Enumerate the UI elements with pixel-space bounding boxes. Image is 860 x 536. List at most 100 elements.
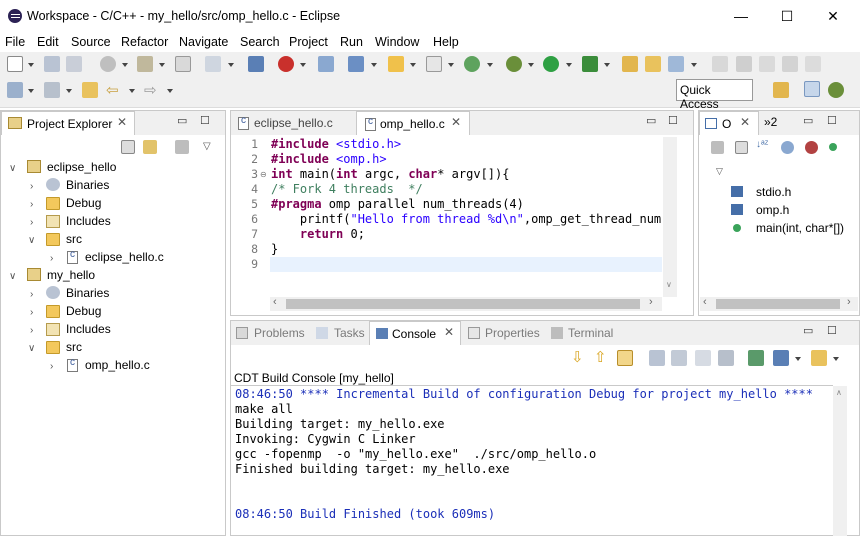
open-console-icon[interactable]: [748, 350, 764, 366]
view-menu-icon[interactable]: ▽: [203, 141, 211, 152]
collapse-all-icon[interactable]: [121, 140, 135, 154]
annotate-icon[interactable]: [736, 56, 752, 72]
pilcrow-icon[interactable]: [805, 56, 821, 72]
editor-horizontal-scrollbar[interactable]: ‹ ›: [270, 296, 662, 311]
tab-properties[interactable]: Properties: [465, 321, 547, 345]
chevron-down-icon[interactable]: [66, 89, 72, 93]
tree-item-eclipse-hello[interactable]: eclipse_hello: [47, 158, 116, 176]
tree-item-my-hello[interactable]: my_hello: [47, 266, 95, 284]
sort-az-icon[interactable]: ↓ᵃᶻ: [756, 139, 768, 150]
hide-static-icon[interactable]: [805, 141, 818, 154]
chevron-left-icon[interactable]: ‹: [273, 296, 277, 308]
show-console-icon[interactable]: [649, 350, 665, 366]
pen-icon[interactable]: [712, 56, 728, 72]
tree-item-binaries[interactable]: Binaries: [66, 284, 109, 302]
binary-icon[interactable]: [175, 56, 191, 72]
chevron-down-icon[interactable]: ∨: [28, 235, 35, 246]
chevron-down-icon[interactable]: ∨: [666, 280, 672, 289]
search-flashlight-icon[interactable]: [668, 56, 684, 72]
chevron-right-icon[interactable]: ›: [30, 289, 33, 300]
chevron-right-icon[interactable]: ›: [847, 296, 851, 308]
terminal-icon[interactable]: [248, 56, 264, 72]
code-line[interactable]: /* Fork 4 threads */: [271, 182, 423, 197]
chevron-down-icon[interactable]: [28, 89, 34, 93]
menu-project[interactable]: Project: [289, 35, 328, 49]
next-edit-icon[interactable]: [44, 82, 60, 98]
hide-non-public-icon[interactable]: [829, 143, 837, 151]
maximize-button[interactable]: ☐: [764, 0, 810, 32]
chevron-down-icon[interactable]: [167, 89, 173, 93]
tab-problems[interactable]: Problems: [233, 321, 311, 345]
close-button[interactable]: ✕: [810, 0, 856, 32]
minimize-view-icon[interactable]: ▭: [803, 114, 813, 127]
menu-search[interactable]: Search: [240, 35, 280, 49]
chevron-right-icon[interactable]: ›: [50, 361, 53, 372]
clear-console-icon[interactable]: [695, 350, 711, 366]
code-line[interactable]: printf("Hello from thread %d\n",omp_get_…: [271, 212, 662, 227]
close-icon[interactable]: ✕: [444, 325, 454, 339]
chevron-down-icon[interactable]: [300, 63, 306, 67]
chevron-down-icon[interactable]: [122, 63, 128, 67]
tree-item-debug[interactable]: Debug: [66, 194, 101, 212]
close-icon[interactable]: ✕: [740, 115, 750, 129]
arrow-up-icon[interactable]: ⇧: [594, 348, 607, 366]
close-icon[interactable]: ✕: [451, 115, 461, 129]
arrow-down-icon[interactable]: ⇩: [571, 348, 584, 366]
chevron-down-icon[interactable]: ∨: [9, 163, 16, 174]
pin-console-icon[interactable]: [671, 350, 687, 366]
code-line[interactable]: return 0;: [271, 227, 365, 242]
chevron-down-icon[interactable]: [28, 63, 34, 67]
open-folder-icon[interactable]: [645, 56, 661, 72]
new-icon[interactable]: [7, 56, 23, 72]
tab-eclipse-hello-c[interactable]: eclipse_hello.c: [232, 111, 356, 135]
refresh-icon[interactable]: [464, 56, 480, 72]
code-line[interactable]: }: [271, 242, 278, 257]
copy-console-icon[interactable]: [718, 350, 734, 366]
chevron-left-icon[interactable]: ‹: [703, 296, 707, 308]
open-perspective-icon[interactable]: [773, 82, 789, 98]
chevron-down-icon[interactable]: [604, 63, 610, 67]
menu-run[interactable]: Run: [340, 35, 363, 49]
chevron-down-icon[interactable]: [129, 89, 135, 93]
scroll-lock-icon[interactable]: [617, 350, 633, 366]
tab-project-explorer[interactable]: Project Explorer ✕: [1, 111, 135, 135]
collapse-all-icon[interactable]: [735, 141, 748, 154]
back-arrow-icon[interactable]: ⇦: [106, 81, 119, 99]
debug-tool-icon[interactable]: [318, 56, 334, 72]
chevron-down-icon[interactable]: ∨: [9, 271, 16, 282]
fold-icon[interactable]: ⊖: [260, 170, 267, 179]
build-gear-icon[interactable]: [100, 56, 116, 72]
new-console-icon[interactable]: [811, 350, 827, 366]
console-vertical-scrollbar[interactable]: ∧: [833, 386, 847, 536]
chevron-right-icon[interactable]: ›: [50, 253, 53, 264]
chevron-down-icon[interactable]: ∨: [28, 343, 35, 354]
maximize-view-icon[interactable]: ☐: [827, 114, 837, 127]
menu-refactor[interactable]: Refactor: [121, 35, 168, 49]
more-views-button[interactable]: »2: [764, 115, 777, 129]
minimize-view-icon[interactable]: ▭: [646, 114, 656, 127]
chevron-up-icon[interactable]: ∧: [836, 388, 842, 397]
maximize-view-icon[interactable]: ☐: [668, 114, 678, 127]
quick-access-input[interactable]: Quick Access: [676, 79, 753, 111]
tab-terminal[interactable]: Terminal: [549, 321, 621, 345]
last-edit-icon[interactable]: [82, 82, 98, 98]
chevron-down-icon[interactable]: [410, 63, 416, 67]
chevron-right-icon[interactable]: ›: [30, 217, 33, 228]
tree-item-binaries[interactable]: Binaries: [66, 176, 109, 194]
code-line[interactable]: #include <stdio.h>: [271, 137, 401, 152]
scroll-thumb[interactable]: [716, 299, 840, 309]
pin-icon[interactable]: [7, 82, 23, 98]
menu-help[interactable]: Help: [433, 35, 459, 49]
open-type-icon[interactable]: [622, 56, 638, 72]
hammer-icon[interactable]: [137, 56, 153, 72]
outline-item-stdio[interactable]: stdio.h: [756, 183, 791, 201]
tab-tasks[interactable]: Tasks: [313, 321, 369, 345]
tree-item-debug[interactable]: Debug: [66, 302, 101, 320]
chevron-down-icon[interactable]: [448, 63, 454, 67]
code-line[interactable]: #include <omp.h>: [271, 152, 387, 167]
cpp-perspective-icon[interactable]: [804, 81, 820, 97]
minimize-button[interactable]: —: [718, 0, 764, 32]
minimize-view-icon[interactable]: ▭: [177, 114, 187, 127]
save-icon[interactable]: [44, 56, 60, 72]
tab-console[interactable]: Console ✕: [369, 321, 461, 345]
